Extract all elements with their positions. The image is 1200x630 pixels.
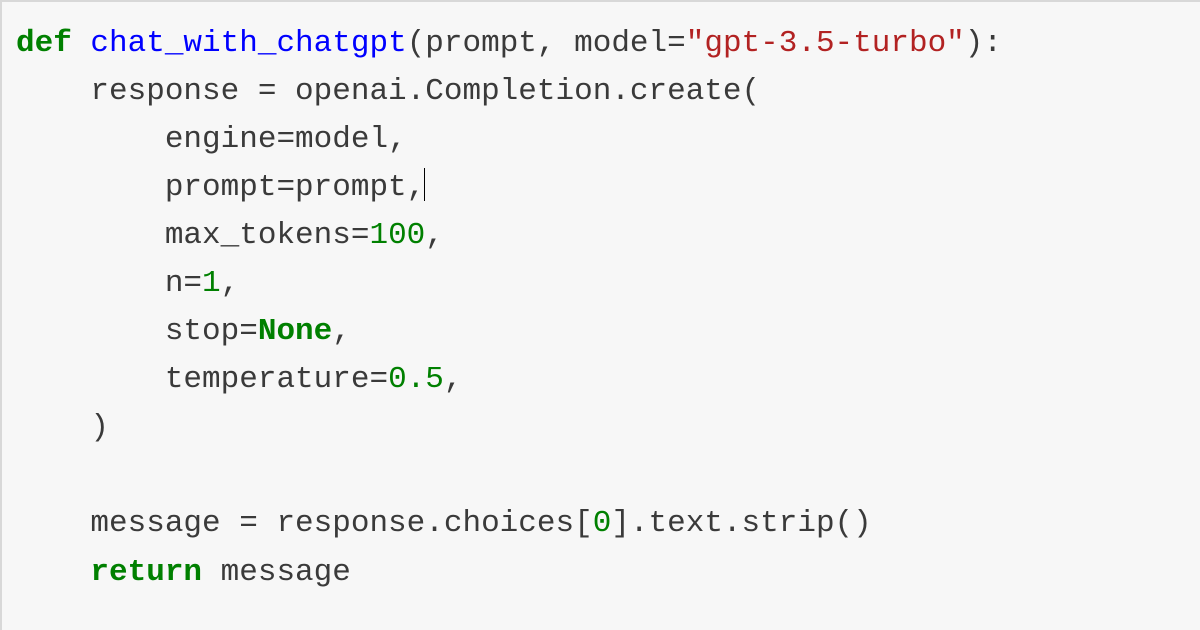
- line-4: prompt=prompt,: [16, 170, 425, 205]
- number-0-5: 0.5: [388, 362, 444, 397]
- string-default-model: "gpt-3.5-turbo": [686, 26, 965, 61]
- line-6: n=1,: [16, 266, 239, 301]
- number-1: 1: [202, 266, 221, 301]
- line-5: max_tokens=100,: [16, 218, 444, 253]
- line-7: stop=None,: [16, 314, 351, 349]
- function-name: chat_with_chatgpt: [90, 26, 406, 61]
- params-open: (prompt, model=: [407, 26, 686, 61]
- line-1: def chat_with_chatgpt(prompt, model="gpt…: [16, 26, 1002, 61]
- keyword-def: def: [16, 26, 72, 61]
- keyword-none: None: [258, 314, 332, 349]
- line-11: message = response.choices[0].text.strip…: [16, 506, 872, 541]
- keyword-return: return: [90, 555, 202, 590]
- params-close: ):: [965, 26, 1002, 61]
- line-9: ): [16, 410, 109, 445]
- line-2: response = openai.Completion.create(: [16, 74, 760, 109]
- line-8: temperature=0.5,: [16, 362, 462, 397]
- number-100: 100: [369, 218, 425, 253]
- text-cursor: [424, 168, 425, 201]
- number-0: 0: [593, 506, 612, 541]
- line-3: engine=model,: [16, 122, 407, 157]
- code-block[interactable]: def chat_with_chatgpt(prompt, model="gpt…: [2, 2, 1200, 597]
- line-12: return message: [16, 555, 351, 590]
